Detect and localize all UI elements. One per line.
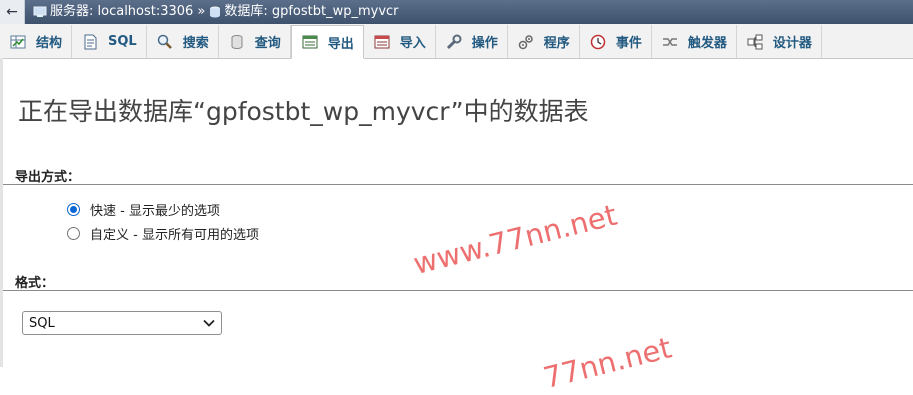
wrench-icon: [446, 34, 462, 49]
format-select-value: SQL: [29, 315, 55, 331]
tab-designer[interactable]: 设计器: [737, 25, 822, 58]
tab-label: 搜索: [182, 36, 209, 51]
database-icon: [210, 6, 221, 18]
designer-icon: [747, 34, 763, 49]
tab-structure[interactable]: 结构: [0, 25, 73, 58]
watermark-text: www.77nn.net: [410, 197, 621, 281]
tab-label: 导入: [399, 36, 426, 51]
tab-export[interactable]: 导出: [290, 25, 364, 59]
tab-label: 导出: [327, 36, 354, 52]
clock-icon: [590, 34, 606, 49]
tab-label: 程序: [543, 36, 570, 51]
divider: [3, 184, 913, 185]
breadcrumb-database[interactable]: 数据库: gpfostbt_wp_myvcr: [224, 0, 398, 24]
tab-label: 设计器: [772, 36, 812, 51]
format-select[interactable]: SQL: [22, 311, 222, 335]
radio-button[interactable]: [67, 227, 80, 240]
export-method-label: 导出方式：: [15, 170, 81, 185]
tab-events[interactable]: 事件: [580, 25, 652, 58]
export-icon: [302, 35, 318, 49]
trigger-icon: [662, 37, 677, 46]
breadcrumb: ← 服务器: localhost:3306 » 数据库: gpfostbt_wp…: [0, 0, 913, 24]
page-title: 正在导出数据库“gpfostbt_wp_myvcr”中的数据表: [18, 97, 589, 126]
radio-quick[interactable]: 快速 - 显示最少的选项: [67, 200, 220, 219]
tab-label: 操作: [471, 36, 498, 51]
routines-icon: [518, 34, 533, 49]
breadcrumb-separator: »: [197, 4, 206, 19]
left-border: [0, 58, 3, 367]
breadcrumb-server[interactable]: 服务器: localhost:3306: [50, 0, 193, 24]
radio-custom[interactable]: 自定义 - 显示所有可用的选项: [67, 224, 259, 243]
tab-search[interactable]: 搜索: [147, 25, 219, 58]
format-label: 格式：: [15, 276, 55, 291]
tab-operations[interactable]: 操作: [436, 25, 508, 58]
tab-label: 触发器: [687, 36, 727, 51]
tab-label: 结构: [36, 36, 63, 51]
divider: [3, 290, 913, 291]
import-icon: [374, 35, 390, 48]
tab-bar: 结构 SQL 搜索 查询 导出 导入 操作 程序 事件 触发器 设计器: [0, 24, 913, 59]
server-icon: [33, 6, 47, 17]
radio-label: 快速 - 显示最少的选项: [90, 204, 220, 219]
tab-label: SQL: [108, 34, 137, 49]
chevron-down-icon: [203, 319, 215, 327]
sql-icon: [84, 34, 97, 49]
tab-import[interactable]: 导入: [364, 25, 436, 58]
back-arrow-icon[interactable]: ←: [0, 0, 25, 24]
tab-triggers[interactable]: 触发器: [652, 25, 737, 58]
tab-label: 事件: [615, 36, 642, 51]
tab-sql[interactable]: SQL: [72, 25, 147, 58]
tab-label: 查询: [254, 36, 281, 51]
tab-routines[interactable]: 程序: [508, 25, 580, 58]
search-icon: [157, 34, 172, 49]
tab-query[interactable]: 查询: [219, 25, 291, 58]
radio-button[interactable]: [67, 203, 80, 216]
watermark-text-partial: 77nn.net: [540, 330, 675, 395]
radio-label: 自定义 - 显示所有可用的选项: [90, 228, 259, 243]
query-icon: [231, 34, 243, 49]
structure-icon: [10, 35, 26, 48]
